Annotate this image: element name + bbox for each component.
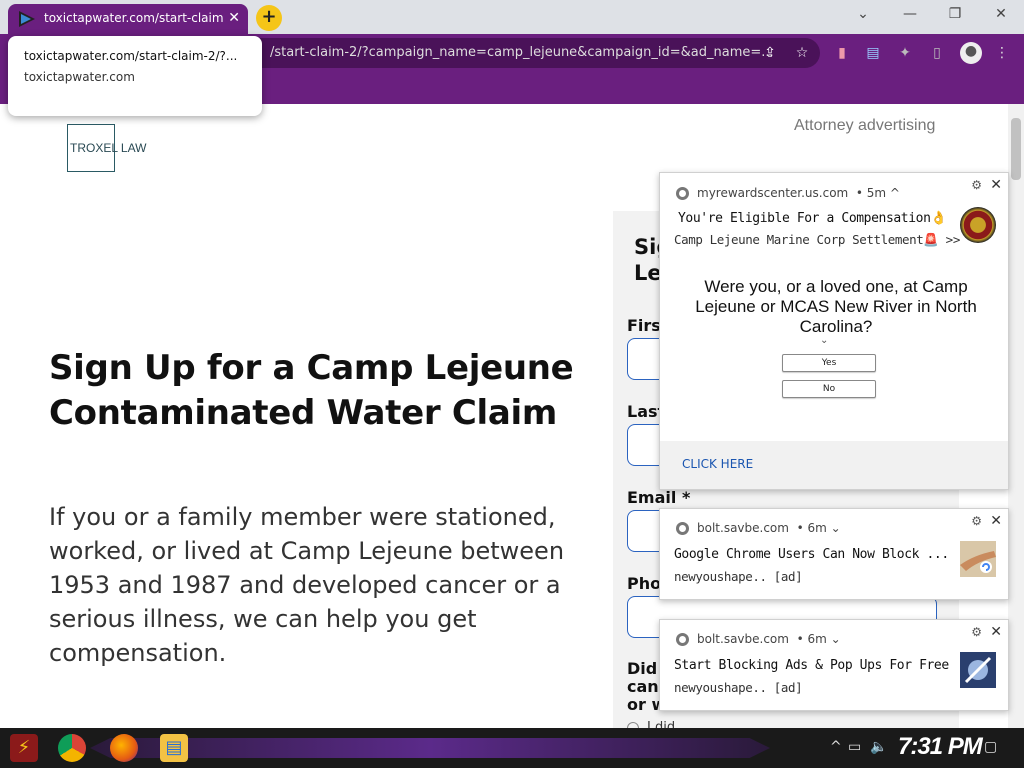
action-center-icon[interactable]: ▢ xyxy=(984,739,997,755)
notification-title: Start Blocking Ads & Pop Ups For Free xyxy=(674,658,949,673)
notification-subtitle: newyoushape.. [ad] xyxy=(674,569,803,584)
network-icon[interactable]: ▭ xyxy=(848,739,861,755)
notification-source: myrewardscenter.us.com • 5m ^ xyxy=(676,186,900,200)
page-subcopy: If you or a family member were stationed… xyxy=(49,503,565,667)
tab-strip: toxictapwater.com/start-claim ✕ + ⌄ — ❐ … xyxy=(0,0,1024,34)
menu-icon[interactable]: ⋮ xyxy=(993,44,1011,62)
scrollbar-thumb[interactable] xyxy=(1011,118,1021,180)
notification-title: You're Eligible For a Compensation👌 xyxy=(678,211,947,226)
google-hand-thumbnail-icon xyxy=(960,541,996,577)
settings-gear-icon[interactable]: ⚙ xyxy=(971,178,982,192)
chrome-icon xyxy=(676,633,689,646)
volume-icon[interactable]: 🔈 xyxy=(870,739,887,755)
extension-icon[interactable]: ▮ xyxy=(833,44,851,62)
show-hidden-icons-icon[interactable]: ^ xyxy=(830,739,842,755)
address-bar[interactable]: /start-claim-2/?campaign_name=camp_lejeu… xyxy=(240,38,820,68)
ad-thumbnail-icon xyxy=(960,652,996,688)
restore-button[interactable]: ❐ xyxy=(940,6,970,22)
notification-source-text: myrewardscenter.us.com xyxy=(697,186,849,200)
click-here-button[interactable]: CLICK HERE xyxy=(682,457,753,471)
taskbar: ⚡ ▤ ^ ▭ 🔈 7:31 PM ▢ xyxy=(0,728,1024,768)
close-icon[interactable]: ✕ xyxy=(990,624,1002,640)
no-button[interactable]: No xyxy=(782,380,876,398)
chrome-icon xyxy=(676,522,689,535)
email-label: Email * xyxy=(627,488,691,507)
close-window-button[interactable]: ✕ xyxy=(986,6,1016,22)
notification-footer: CLICK HERE xyxy=(660,441,1008,489)
site-favicon-icon xyxy=(19,11,35,27)
address-url: /start-claim-2/?campaign_name=camp_lejeu… xyxy=(270,45,774,60)
phone-label: Pho xyxy=(627,574,662,593)
settings-gear-icon[interactable]: ⚙ xyxy=(971,625,982,639)
notification-source-text: bolt.savbe.com xyxy=(697,632,789,646)
page-scrollbar[interactable] xyxy=(1008,104,1024,728)
notification-block-ads[interactable]: bolt.savbe.com • 6m ⌄ ⚙ ✕ Start Blocking… xyxy=(659,619,1009,711)
chevron-down-icon: ⌄ xyxy=(820,335,829,346)
close-icon[interactable]: ✕ xyxy=(990,513,1002,529)
settings-gear-icon[interactable]: ⚙ xyxy=(971,514,982,528)
close-icon[interactable]: ✕ xyxy=(990,177,1002,193)
troxel-law-logo[interactable]: TROXEL LAW xyxy=(67,124,146,172)
new-tab-button[interactable]: + xyxy=(256,5,282,31)
notification-time: • 6m ⌄ xyxy=(796,521,841,535)
star-icon[interactable]: ☆ xyxy=(793,44,811,62)
notification-rewards[interactable]: myrewardscenter.us.com • 5m ^ ⚙ ✕ You're… xyxy=(659,172,1009,490)
notification-time: • 6m ⌄ xyxy=(796,632,841,646)
tab-hover-card: toxictapwater.com/start-claim-2/?... tox… xyxy=(8,36,262,116)
taskbar-decoration xyxy=(90,738,770,758)
active-tab[interactable]: toxictapwater.com/start-claim ✕ xyxy=(8,4,248,34)
puzzle-icon[interactable]: ✦ xyxy=(896,44,914,62)
yes-button[interactable]: Yes xyxy=(782,354,876,372)
tab-search-icon[interactable]: ⌄ xyxy=(848,6,878,22)
tab-title: toxictapwater.com/start-claim xyxy=(44,11,224,25)
minimize-button[interactable]: — xyxy=(895,6,925,22)
file-explorer-icon[interactable]: ▤ xyxy=(160,734,188,762)
page-headline: Sign Up for a Camp Lejeune Contaminated … xyxy=(49,348,574,433)
start-icon[interactable]: ⚡ xyxy=(10,734,38,762)
hover-card-domain: toxictapwater.com xyxy=(24,70,135,84)
notification-question: Were you, or a loved one, at Camp Lejeun… xyxy=(695,277,977,336)
tab-close-icon[interactable]: ✕ xyxy=(228,4,240,32)
notification-subtitle: Camp Lejeune Marine Corp Settlement🚨 >> xyxy=(674,232,960,247)
chrome-icon xyxy=(676,187,689,200)
system-clock[interactable]: 7:31 PM xyxy=(898,733,983,761)
reader-icon[interactable]: ▤ xyxy=(864,44,882,62)
sidebar-icon[interactable]: ▯ xyxy=(928,44,946,62)
notification-source: bolt.savbe.com • 6m ⌄ xyxy=(676,521,841,535)
notification-source: bolt.savbe.com • 6m ⌄ xyxy=(676,632,841,646)
screen: toxictapwater.com/start-claim ✕ + ⌄ — ❐ … xyxy=(0,0,1024,768)
notification-chrome-block[interactable]: bolt.savbe.com • 6m ⌄ ⚙ ✕ Google Chrome … xyxy=(659,508,1009,600)
notification-title: Google Chrome Users Can Now Block ... xyxy=(674,547,949,562)
firefox-icon[interactable] xyxy=(110,734,138,762)
chrome-icon[interactable] xyxy=(58,734,86,762)
notification-source-text: bolt.savbe.com xyxy=(697,521,789,535)
hover-card-url: toxictapwater.com/start-claim-2/?... xyxy=(24,49,238,63)
notification-time: • 5m ^ xyxy=(855,186,900,200)
attorney-advertising-label: Attorney advertising xyxy=(794,117,936,134)
notification-subtitle: newyoushape.. [ad] xyxy=(674,680,803,695)
marine-corps-seal-icon xyxy=(960,207,996,243)
share-icon[interactable]: ⇪ xyxy=(761,44,779,62)
profile-icon[interactable]: ● xyxy=(960,42,982,64)
